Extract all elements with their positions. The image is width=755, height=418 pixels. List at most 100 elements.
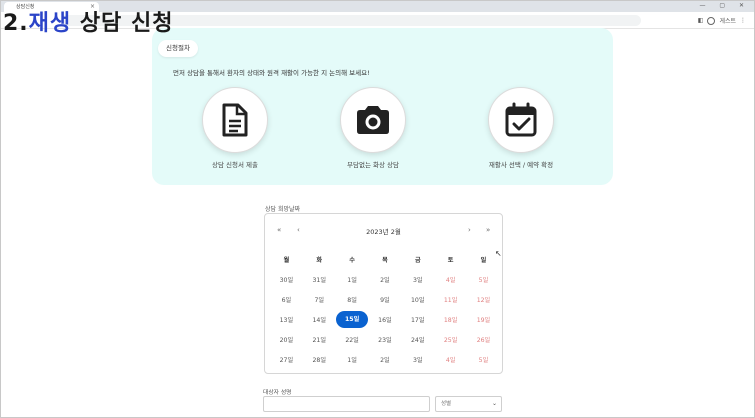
sidebar-icon[interactable]: ◧	[698, 17, 704, 24]
chevron-down-icon: ⌄	[491, 400, 497, 407]
calendar-day[interactable]: 4일	[434, 355, 467, 364]
calendar-day-label: 28일	[312, 356, 327, 364]
calendar-day-label: 6일	[281, 296, 292, 304]
calendar-day-label: 19일	[476, 316, 491, 324]
weekday-label: 월	[283, 256, 290, 264]
overlay-prefix: 2.	[3, 11, 29, 36]
calendar-day[interactable]: 2일	[369, 275, 402, 284]
calendar-day-label: 9일	[380, 296, 390, 304]
calendar-day[interactable]: 1일	[336, 275, 369, 284]
step-circle	[340, 87, 406, 153]
calendar-day[interactable]: 7일	[303, 295, 336, 304]
calendar-day-label: 20일	[279, 336, 294, 344]
calendar-day[interactable]: 4일	[434, 275, 467, 284]
calendar-day-label: 4일	[445, 356, 456, 364]
step-circle	[202, 87, 268, 153]
calendar-day-label: 23일	[378, 336, 392, 344]
calendar-day[interactable]: 17일	[401, 315, 434, 324]
calendar-day-label: 17일	[411, 316, 425, 324]
step-label: 부담없는 화상 상담	[347, 161, 399, 169]
calendar-day[interactable]: 25일	[434, 335, 467, 344]
calendar-day[interactable]: 10일	[401, 295, 434, 304]
next-year-button[interactable]: »	[486, 226, 490, 234]
calendar-day-label: 4일	[445, 276, 456, 284]
profile-avatar-icon[interactable]	[707, 16, 716, 25]
calendar-day[interactable]: 19일	[467, 315, 500, 324]
weekday-label: 토	[447, 256, 454, 264]
toolbar-icons: ◧ 게스트 ⋮	[698, 15, 746, 26]
calendar-day[interactable]: 16일	[369, 315, 402, 324]
calendar-day-label: 3일	[412, 356, 423, 364]
weekday-label: 목	[382, 256, 388, 264]
calendar-week-row: 30일 31일 1일 2일 3일 4일 5일	[270, 269, 500, 289]
patient-name-input[interactable]	[263, 396, 430, 412]
calendar-grid: 월 화 수 목 금 토 일 30일 31일 1일 2일 3일 4일 5일 6일 7일 8일 9일 10…	[270, 249, 500, 369]
step-label: 재활사 선택 / 예약 확정	[488, 161, 554, 169]
calendar-day[interactable]: 20일	[270, 335, 303, 344]
overlay-highlight: 재생	[28, 11, 72, 36]
calendar-day-label: 30일	[279, 276, 294, 284]
calendar-day-label: 22일	[345, 336, 359, 344]
calendar-day-label: 27일	[279, 356, 294, 364]
calendar-check-icon	[505, 102, 537, 137]
step-booking: 재활사 선택 / 예약 확정	[461, 87, 581, 169]
calendar-day-selected[interactable]: 15일	[336, 310, 369, 328]
calendar-day[interactable]: 3일	[401, 355, 434, 364]
step-circle	[488, 87, 554, 153]
browser-window: 상담신청 × — ▢ ✕ ◧ 게스트 ⋮ 2.재생 상담 신청 신청절차 먼저 …	[0, 0, 755, 418]
profile-label[interactable]: 게스트	[719, 16, 736, 25]
calendar-day[interactable]: 28일	[303, 355, 336, 364]
calendar-day-label: 26일	[476, 336, 491, 344]
gender-select[interactable]: 성별 ⌄	[435, 396, 502, 412]
calendar-day-label: 10일	[411, 296, 425, 304]
procedure-panel: 신청절차 먼저 상담을 통해서 환자의 상태와 원격 재활이 가능한 지 논의해…	[152, 28, 613, 185]
calendar-day[interactable]: 8일	[336, 295, 369, 304]
menu-icon[interactable]: ⋮	[740, 17, 746, 24]
step-label: 상담 신청서 제출	[212, 161, 258, 169]
calendar-day-label: 31일	[312, 276, 327, 284]
calendar-day-label: 13일	[279, 316, 294, 324]
patient-name-label: 대상자 성명	[263, 390, 292, 396]
calendar-day[interactable]: 5일	[467, 355, 500, 364]
calendar-month-title: 2023년 2월	[366, 228, 401, 236]
calendar-day[interactable]: 24일	[401, 335, 434, 344]
date-picker-calendar: « ‹ 2023년 2월 › » 월 화 수 목 금 토 일 30일 31일 1일 2…	[264, 213, 503, 374]
calendar-day[interactable]: 9일	[369, 295, 402, 304]
weekday-label: 수	[349, 256, 355, 264]
calendar-weeks: 30일 31일 1일 2일 3일 4일 5일 6일 7일 8일 9일 10일 11일 12일 13일 14일 1…	[270, 269, 500, 369]
calendar-week-row: 13일 14일 15일 16일 17일 18일 19일	[270, 309, 500, 329]
mouse-cursor-icon: ↖	[495, 249, 502, 258]
weekday-header: 월 화 수 목 금 토 일	[270, 249, 500, 269]
calendar-day[interactable]: 3일	[401, 275, 434, 284]
window-controls[interactable]: — ▢ ✕	[699, 1, 750, 11]
calendar-day-label: 2일	[380, 356, 390, 364]
calendar-day[interactable]: 1일	[336, 355, 369, 364]
calendar-day-label: 2일	[380, 276, 390, 284]
calendar-day[interactable]: 27일	[270, 355, 303, 364]
calendar-day-label: 21일	[312, 336, 327, 344]
calendar-day[interactable]: 13일	[270, 315, 303, 324]
step-submit-form: 상담 신청서 제출	[175, 87, 295, 169]
calendar-day[interactable]: 12일	[467, 295, 500, 304]
calendar-day[interactable]: 5일	[467, 275, 500, 284]
calendar-day[interactable]: 18일	[434, 315, 467, 324]
camera-icon	[357, 106, 389, 134]
calendar-day-label: 1일	[347, 356, 357, 364]
next-month-button[interactable]: ›	[468, 226, 471, 234]
calendar-day[interactable]: 23일	[369, 335, 402, 344]
calendar-day[interactable]: 22일	[336, 335, 369, 344]
calendar-day[interactable]: 2일	[369, 355, 402, 364]
step-video-consult: 부담없는 화상 상담	[313, 87, 433, 169]
document-icon	[222, 103, 248, 137]
calendar-week-row: 20일 21일 22일 23일 24일 25일 26일	[270, 329, 500, 349]
calendar-day[interactable]: 30일	[270, 275, 303, 284]
calendar-day-label: 16일	[378, 316, 392, 324]
calendar-day-label: 18일	[443, 316, 458, 324]
calendar-day-label: 5일	[478, 356, 489, 364]
calendar-day[interactable]: 31일	[303, 275, 336, 284]
calendar-day[interactable]: 14일	[303, 315, 336, 324]
calendar-day[interactable]: 26일	[467, 335, 500, 344]
calendar-day[interactable]: 6일	[270, 295, 303, 304]
calendar-day[interactable]: 21일	[303, 335, 336, 344]
calendar-day[interactable]: 11일	[434, 295, 467, 304]
